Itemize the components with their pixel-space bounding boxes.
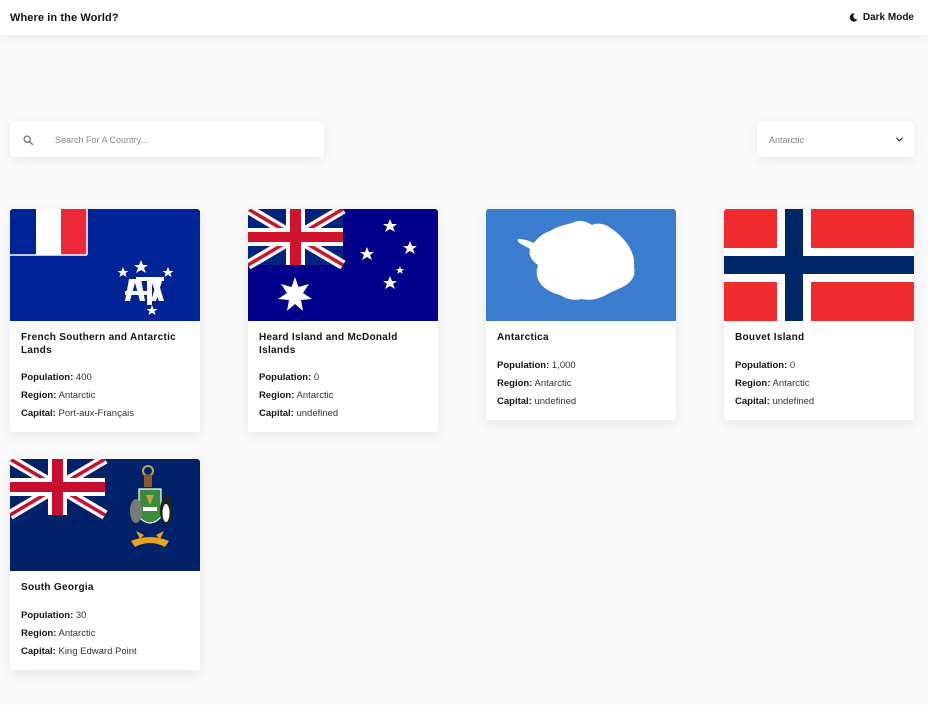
region-label: Region: (21, 390, 57, 401)
search-icon (23, 134, 33, 145)
app-title: Where in the World? (10, 11, 119, 24)
region-stat: Region: Antarctic (735, 375, 903, 393)
country-name: French Southern and Antarctic Lands (21, 332, 177, 356)
region-label: Region: (497, 377, 533, 389)
population-stat: Population: 0 (735, 357, 903, 375)
region-filter-value: Antarctic (769, 134, 805, 145)
country-card[interactable]: Heard Island and McDonald Islands Popula… (248, 209, 438, 432)
top-bar: Where in the World? Dark Mode (0, 0, 928, 35)
region-label: Region: (735, 377, 771, 389)
capital-value: Port-aux-Français (58, 408, 134, 419)
south-georgia-flag (10, 459, 200, 571)
region-stat: Region: Antarctic (497, 375, 665, 393)
population-stat: Population: 400 (21, 369, 189, 387)
population-stat: Population: 1,000 (497, 357, 665, 375)
population-stat: Population: 0 (259, 369, 427, 387)
country-card[interactable]: French Southern and Antarctic Lands Popu… (10, 209, 200, 432)
country-card[interactable]: Bouvet Island Population: 0 Region: Anta… (724, 209, 914, 420)
dark-mode-label: Dark Mode (862, 12, 914, 23)
capital-label: Capital: (21, 645, 56, 657)
population-label: Population: (21, 609, 74, 621)
country-name: Antarctica (497, 332, 549, 343)
region-value: Antarctic (772, 377, 810, 389)
bouvet-island-flag (724, 209, 914, 321)
population-label: Population: (735, 359, 788, 371)
population-value: 0 (789, 359, 796, 371)
capital-stat: Capital: Port-aux-Français (21, 405, 189, 423)
capital-stat: Capital: undefined (259, 405, 427, 423)
capital-value: undefined (772, 395, 815, 407)
capital-value: undefined (296, 408, 339, 419)
country-card[interactable]: Antarctica Population: 1,000 Region: Ant… (486, 209, 676, 420)
region-value: Antarctic (58, 627, 96, 639)
population-label: Population: (259, 372, 312, 383)
capital-stat: Capital: King Edward Point (21, 643, 189, 661)
region-value: Antarctic (534, 377, 572, 389)
moon-icon (849, 13, 858, 22)
population-label: Population: (21, 372, 74, 383)
capital-label: Capital: (259, 408, 294, 419)
population-label: Population: (497, 359, 550, 371)
country-card[interactable]: South Georgia Population: 30 Region: Ant… (10, 459, 200, 670)
heard-island-flag (248, 209, 438, 321)
capital-label: Capital: (735, 395, 770, 407)
region-filter-select[interactable]: Antarctic (757, 122, 914, 157)
dark-mode-toggle[interactable]: Dark Mode (849, 12, 914, 23)
region-label: Region: (259, 390, 295, 401)
region-stat: Region: Antarctic (259, 387, 427, 405)
capital-stat: Capital: undefined (497, 393, 665, 411)
population-value: 0 (313, 372, 320, 383)
population-value: 30 (75, 609, 87, 621)
region-value: Antarctic (296, 390, 334, 401)
capital-stat: Capital: undefined (735, 393, 903, 411)
french-southern-lands-flag (10, 209, 200, 321)
population-stat: Population: 30 (21, 607, 189, 625)
region-stat: Region: Antarctic (21, 625, 189, 643)
country-name: South Georgia (21, 582, 94, 593)
antarctica-flag (486, 209, 676, 321)
country-name: Heard Island and McDonald Islands (259, 332, 398, 356)
region-label: Region: (21, 627, 57, 639)
country-name: Bouvet Island (735, 332, 805, 343)
search-box (10, 122, 324, 157)
search-input[interactable] (55, 134, 295, 145)
population-value: 1,000 (551, 359, 576, 371)
capital-label: Capital: (497, 395, 532, 407)
capital-label: Capital: (21, 408, 56, 419)
capital-value: King Edward Point (58, 645, 137, 657)
capital-value: undefined (534, 395, 577, 407)
chevron-down-icon (896, 137, 903, 142)
population-value: 400 (75, 372, 92, 383)
region-stat: Region: Antarctic (21, 387, 189, 405)
region-value: Antarctic (58, 390, 96, 401)
